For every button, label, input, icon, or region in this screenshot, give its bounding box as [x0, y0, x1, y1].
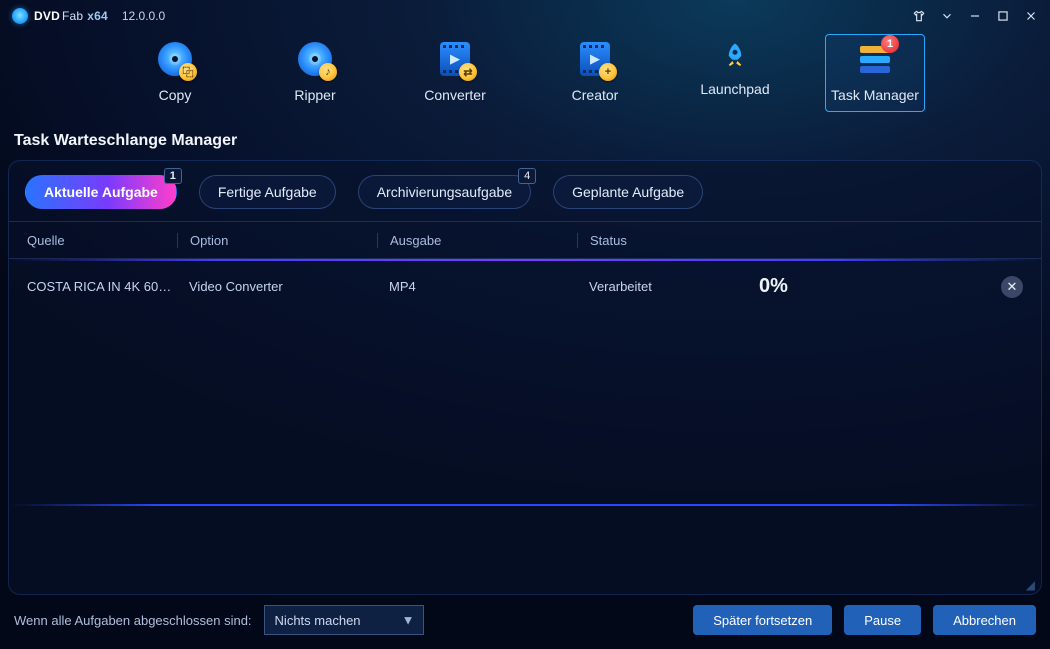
tab-current[interactable]: Aktuelle Aufgabe 1 — [25, 175, 177, 209]
task-manager-icon: 1 — [855, 39, 895, 79]
nav-copy[interactable]: ⿻ Copy — [125, 34, 225, 112]
cell-source: COSTA RICA IN 4K 60… — [27, 279, 177, 294]
col-option: Option — [177, 233, 377, 248]
app-version: 12.0.0.0 — [122, 9, 165, 23]
ripper-icon: ♪ — [295, 39, 335, 79]
nav-creator[interactable]: ▶ + Creator — [545, 34, 645, 112]
task-badge: 1 — [881, 35, 899, 53]
bottom-bar: Wenn alle Aufgaben abgeschlossen sind: N… — [0, 595, 1050, 649]
task-panel: Aktuelle Aufgabe 1 Fertige Aufgabe Archi… — [8, 160, 1042, 595]
table-row: COSTA RICA IN 4K 60… Video Converter MP4… — [9, 261, 1041, 312]
window-controls — [910, 7, 1040, 25]
copy-icon: ⿻ — [155, 39, 195, 79]
col-source: Quelle — [27, 233, 177, 248]
when-done-value: Nichts machen — [275, 613, 361, 628]
main-nav: ⿻ Copy ♪ Ripper ▶ ⇄ Converter ▶ + Creato… — [0, 28, 1050, 126]
cell-option: Video Converter — [177, 279, 377, 294]
when-done-select[interactable]: Nichts machen ▼ — [264, 605, 424, 635]
close-icon[interactable] — [1022, 7, 1040, 25]
tab-scheduled[interactable]: Geplante Aufgabe — [553, 175, 703, 209]
resume-later-button[interactable]: Später fortsetzen — [693, 605, 832, 635]
cell-output: MP4 — [377, 279, 577, 294]
brand-arch: x64 — [87, 9, 108, 23]
col-status: Status — [577, 233, 747, 248]
brand-thin: Fab — [62, 9, 83, 23]
when-done-label: Wenn alle Aufgaben abgeschlossen sind: — [14, 613, 252, 628]
creator-icon: ▶ + — [575, 39, 615, 79]
maximize-icon[interactable] — [994, 7, 1012, 25]
nav-ripper[interactable]: ♪ Ripper — [265, 34, 365, 112]
page-title: Task Warteschlange Manager — [0, 126, 1050, 160]
panel-footer — [9, 506, 1041, 578]
minimize-icon[interactable] — [966, 7, 984, 25]
title-bar: DVDFab x64 12.0.0.0 — [0, 0, 1050, 28]
tab-current-count: 1 — [164, 168, 182, 184]
cell-progress: 0% — [759, 275, 788, 298]
cell-status: Verarbeitet — [577, 279, 747, 294]
tab-finished[interactable]: Fertige Aufgabe — [199, 175, 336, 209]
col-output: Ausgabe — [377, 233, 577, 248]
rocket-icon — [720, 39, 750, 73]
app-logo: DVDFab x64 12.0.0.0 — [12, 8, 165, 24]
pause-button[interactable]: Pause — [844, 605, 921, 635]
table-header: Quelle Option Ausgabe Status — [9, 221, 1041, 259]
logo-icon — [12, 8, 28, 24]
tab-archive[interactable]: Archivierungsaufgabe 4 — [358, 175, 531, 209]
converter-icon: ▶ ⇄ — [435, 39, 475, 79]
nav-launchpad[interactable]: Launchpad — [685, 34, 785, 112]
resize-grip[interactable]: ◢ — [1026, 578, 1041, 594]
chevron-down-icon: ▼ — [402, 613, 415, 628]
filter-tabs: Aktuelle Aufgabe 1 Fertige Aufgabe Archi… — [9, 161, 1041, 221]
tab-archive-count: 4 — [518, 168, 536, 184]
nav-converter[interactable]: ▶ ⇄ Converter — [405, 34, 505, 112]
brand-bold: DVD — [34, 9, 60, 23]
shirt-icon[interactable] — [910, 7, 928, 25]
row-remove-button[interactable]: ✕ — [1001, 276, 1023, 298]
pin-down-icon[interactable] — [938, 7, 956, 25]
table-body: COSTA RICA IN 4K 60… Video Converter MP4… — [9, 261, 1041, 504]
cancel-button[interactable]: Abbrechen — [933, 605, 1036, 635]
nav-task-manager[interactable]: 1 Task Manager — [825, 34, 925, 112]
